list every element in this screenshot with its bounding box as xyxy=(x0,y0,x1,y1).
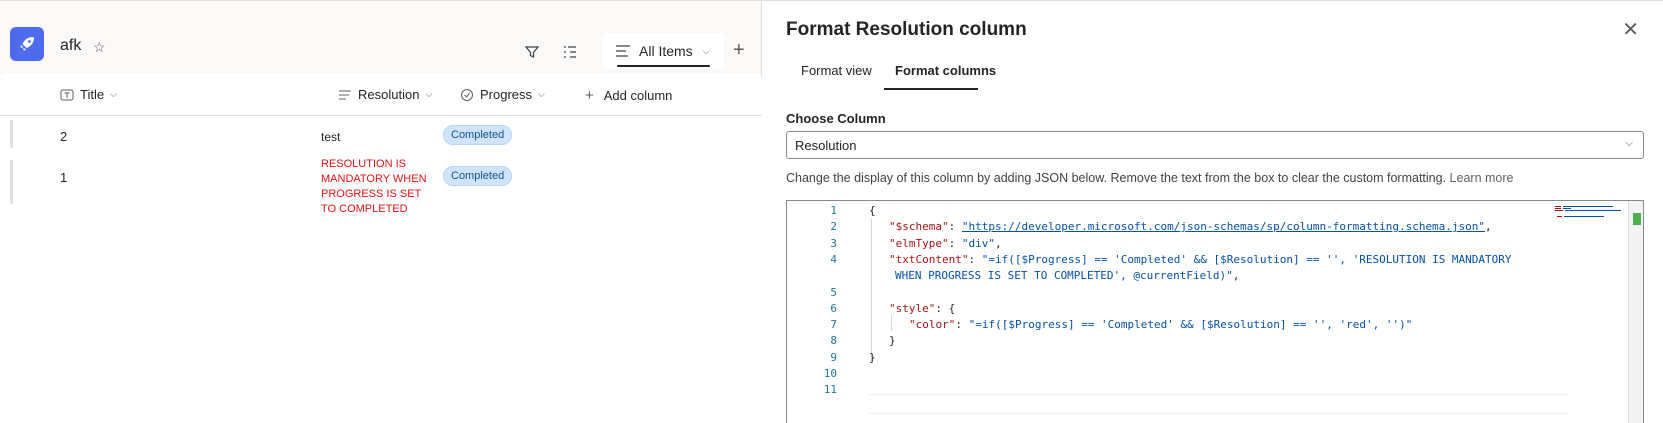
json-link-value[interactable]: "https://developer.microsoft.com/json-sc… xyxy=(962,220,1485,233)
status-badge: Completed xyxy=(443,125,513,145)
row-selector[interactable] xyxy=(10,160,13,204)
choose-column-dropdown[interactable]: Resolution ⌵ xyxy=(786,131,1644,159)
line-number: 2 xyxy=(830,220,837,234)
add-view-icon[interactable]: + xyxy=(733,39,745,62)
format-column-panel: Format Resolution column ✕ Format view F… xyxy=(762,0,1663,423)
filter-icon[interactable] xyxy=(523,43,541,61)
multiline-text-icon xyxy=(339,90,351,99)
selected-column: Resolution xyxy=(795,138,857,153)
plus-icon: + xyxy=(585,87,594,104)
code-line: "style": { xyxy=(889,301,956,315)
add-column-button[interactable]: + Add column xyxy=(585,87,672,104)
cell-resolution: RESOLUTION IS MANDATORY WHEN PROGRESS IS… xyxy=(321,158,427,215)
tab-format-columns[interactable]: Format columns xyxy=(895,63,996,78)
code-line: "color": "=if([$Progress] == 'Completed'… xyxy=(909,318,1413,332)
status-badge: Completed xyxy=(443,166,513,186)
table-row[interactable]: 2 test Completed xyxy=(0,118,762,156)
editor-scrollbar[interactable] xyxy=(1628,201,1643,423)
json-key: "$schema" xyxy=(889,220,949,234)
view-underline xyxy=(617,65,710,67)
code-line: WHEN PROGRESS IS SET TO COMPLETED', @cur… xyxy=(895,269,1240,283)
row-selector[interactable] xyxy=(10,120,13,148)
chevron-down-icon: ⌵ xyxy=(538,89,545,99)
column-header-resolution[interactable]: Resolution ⌵ xyxy=(338,87,432,102)
close-icon[interactable]: ✕ xyxy=(1622,17,1639,42)
cell-title[interactable]: 2 xyxy=(60,129,67,144)
line-number: 10 xyxy=(823,367,837,380)
panel-title: Format Resolution column xyxy=(786,19,1027,40)
code-line: } xyxy=(869,350,876,364)
line-number: 5 xyxy=(830,285,837,299)
json-key: "elmType" xyxy=(889,236,949,250)
add-column-label: Add column xyxy=(603,88,673,103)
chevron-down-icon: ⌵ xyxy=(110,89,117,99)
help-text: Change the display of this column by add… xyxy=(786,171,1513,185)
column-label: Resolution xyxy=(358,87,420,102)
code-line: "txtContent": "=if([$Progress] == 'Compl… xyxy=(889,252,1512,266)
grid-header: Title ⌵ Resolution ⌵ Progress ⌵ + Add co… xyxy=(0,73,762,116)
table-row[interactable]: 1 RESOLUTION IS MANDATORY WHEN PROGRESS … xyxy=(0,158,762,228)
text-column-icon xyxy=(60,89,74,100)
group-by-icon[interactable] xyxy=(561,43,579,61)
list-name[interactable]: afk xyxy=(60,37,81,55)
column-label: Title xyxy=(80,87,105,102)
code-line: "elmType": "div", xyxy=(889,236,1002,250)
list-app-tile[interactable] xyxy=(10,27,44,61)
code-line: "$schema": "https://developer.microsoft.… xyxy=(889,220,1492,234)
chevron-down-icon: ⌵ xyxy=(1625,138,1633,149)
favorite-star-icon[interactable]: ☆ xyxy=(93,39,106,56)
json-string-value: "=if([$Progress] == 'Completed' && [$Res… xyxy=(981,252,1512,266)
view-switcher[interactable]: All Items ⌵ xyxy=(603,33,724,69)
list-pane: afk ☆ All Items ⌵ + Title ⌵ Resolution ⌵… xyxy=(0,0,762,423)
line-number: 3 xyxy=(830,236,837,250)
learn-more-link[interactable]: Learn more xyxy=(1450,171,1514,185)
json-code-editor[interactable]: 1 {2 "$schema": "https://developer.microso… xyxy=(786,200,1644,423)
line-number: 7 xyxy=(830,318,837,332)
code-line: } xyxy=(889,334,896,348)
line-number: 6 xyxy=(830,301,837,315)
json-string-value: "=if([$Progress] == 'Completed' && [$Res… xyxy=(968,318,1413,332)
line-number: 1 xyxy=(830,204,837,217)
cell-resolution: test xyxy=(321,130,341,144)
indent-guide xyxy=(891,315,892,331)
indent-guide xyxy=(871,219,872,361)
json-key: "txtContent" xyxy=(889,252,969,266)
rocket-icon xyxy=(20,37,34,51)
tab-format-view[interactable]: Format view xyxy=(801,63,872,78)
cell-title[interactable]: 1 xyxy=(60,170,67,185)
line-number: 11 xyxy=(823,383,837,397)
json-key: "style" xyxy=(889,301,936,315)
column-header-progress[interactable]: Progress ⌵ xyxy=(460,87,545,102)
line-number: 4 xyxy=(830,252,837,266)
line-number: 9 xyxy=(830,350,837,364)
current-line-highlight xyxy=(869,394,1569,414)
column-header-title[interactable]: Title ⌵ xyxy=(60,87,117,102)
choose-column-label: Choose Column xyxy=(786,111,886,126)
line-number: 8 xyxy=(830,334,837,348)
help-description: Change the display of this column by add… xyxy=(786,171,1447,185)
list-grid: Title ⌵ Resolution ⌵ Progress ⌵ + Add co… xyxy=(0,73,762,423)
chevron-down-icon: ⌵ xyxy=(425,89,433,99)
active-tab-indicator xyxy=(884,88,978,90)
json-string-value: "div" xyxy=(961,236,995,250)
list-view-icon xyxy=(616,45,630,57)
column-label: Progress xyxy=(480,87,533,102)
current-view-label: All Items xyxy=(639,43,693,59)
scroll-position-marker xyxy=(1633,213,1641,225)
code-line: { xyxy=(869,204,876,217)
chevron-down-icon: ⌵ xyxy=(702,45,710,56)
choice-column-icon xyxy=(461,88,473,101)
json-string-value: WHEN PROGRESS IS SET TO COMPLETED', @cur… xyxy=(895,269,1233,283)
minimap xyxy=(1555,206,1621,217)
json-key: "color" xyxy=(909,318,956,332)
